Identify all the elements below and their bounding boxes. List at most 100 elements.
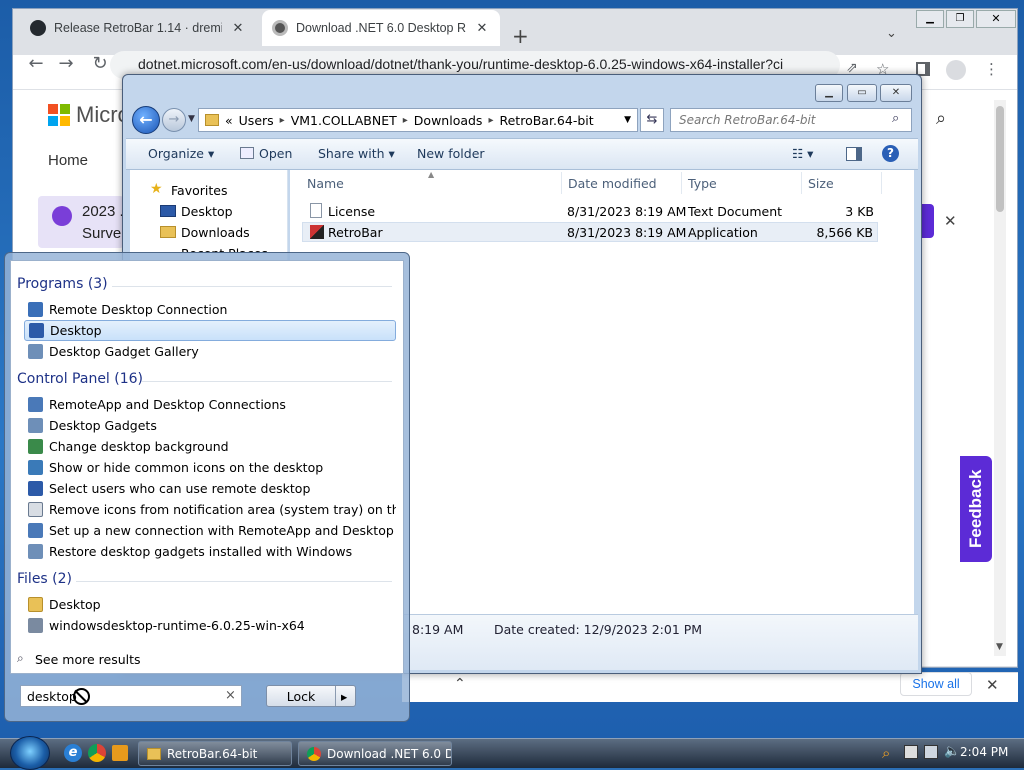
network-icon[interactable] [924, 745, 938, 759]
result-restore-gadgets[interactable]: Restore desktop gadgets installed with W… [24, 541, 396, 562]
result-runtime-installer[interactable]: windowsdesktop-runtime-6.0.25-win-x64 [24, 615, 396, 636]
open-button[interactable]: Open [259, 146, 292, 161]
column-type[interactable]: Type [688, 176, 717, 191]
reload-icon[interactable]: ↻ [88, 52, 112, 76]
see-more-results-link[interactable]: See more results [35, 652, 141, 667]
banner-line1: 2023 . [82, 203, 124, 220]
text-file-icon [310, 203, 322, 218]
result-remove-tray-icons[interactable]: Remove icons from notification area (sys… [24, 499, 396, 520]
result-new-remoteapp-connection[interactable]: Set up a new connection with RemoteApp a… [24, 520, 396, 541]
result-show-hide-icons[interactable]: Show or hide common icons on the desktop [24, 457, 396, 478]
chrome-icon[interactable] [88, 744, 106, 762]
result-remote-desktop-connection[interactable]: Remote Desktop Connection [24, 299, 396, 320]
address-dropdown-icon[interactable]: ▼ [624, 115, 631, 125]
tab-release-retrobar[interactable]: Release RetroBar 1.14 · dremin/R ✕ [20, 10, 256, 46]
close-tab-icon[interactable]: ✕ [474, 20, 490, 36]
search-icon: ⌕ [892, 111, 900, 126]
chrome-icon [307, 746, 321, 761]
downloads-close-icon[interactable]: ✕ [986, 676, 999, 694]
site-search-icon[interactable]: ⌕ [936, 108, 946, 129]
crumb-downloads[interactable]: Downloads [414, 113, 483, 128]
start-button[interactable] [10, 736, 50, 770]
explorer-address-bar[interactable]: « Users ▸ VM1.COLLABNET ▸ Downloads ▸ Retro… [198, 108, 638, 132]
crumb-retrobar[interactable]: RetroBar.64-bit [499, 113, 593, 128]
lock-button[interactable]: Lock ▸ [266, 685, 356, 707]
taskbar-chrome-button[interactable]: Download .NET 6.0 D... [298, 741, 452, 766]
programs-header[interactable]: Programs (3) [17, 276, 108, 292]
explorer-minimize-icon[interactable]: ▁ [815, 84, 843, 102]
explorer-back-icon[interactable]: ← [132, 106, 160, 134]
result-change-background[interactable]: Change desktop background [24, 436, 396, 457]
nav-downloads[interactable]: Downloads [181, 225, 250, 240]
clear-search-icon[interactable]: × [225, 688, 236, 703]
preview-pane-icon[interactable] [846, 147, 862, 161]
gadget-icon [28, 544, 43, 559]
media-player-icon[interactable] [112, 745, 128, 761]
control-panel-header[interactable]: Control Panel (16) [17, 371, 143, 387]
explorer-maximize-icon[interactable]: ▭ [847, 84, 877, 102]
feedback-button[interactable]: Feedback [960, 456, 992, 562]
folder-icon [28, 597, 43, 612]
result-remoteapp-connections[interactable]: RemoteApp and Desktop Connections [24, 394, 396, 415]
show-all-button[interactable]: Show all [900, 672, 972, 696]
new-folder-button[interactable]: New folder [417, 146, 485, 161]
crumb-users[interactable]: Users [239, 113, 274, 128]
remoteapp-icon [28, 397, 43, 412]
share-with-button[interactable]: Share with ▾ [318, 146, 395, 161]
installer-icon [28, 618, 43, 633]
banner-line2: Surve [82, 225, 122, 242]
column-date-modified[interactable]: Date modified [568, 176, 657, 191]
view-options-icon[interactable]: ☷ ▾ [792, 146, 813, 161]
help-icon[interactable]: ? [882, 145, 899, 162]
explorer-forward-icon[interactable]: → [162, 108, 186, 132]
nav-favorites[interactable]: Favorites [171, 183, 227, 198]
forward-icon[interactable]: → [54, 52, 78, 76]
column-name[interactable]: Name [307, 176, 344, 191]
history-dropdown-icon[interactable]: ▼ [188, 114, 195, 124]
nav-desktop[interactable]: Desktop [181, 204, 233, 219]
result-desktop[interactable]: Desktop [24, 320, 396, 341]
back-icon[interactable]: ← [24, 52, 48, 76]
action-center-icon[interactable] [904, 745, 918, 759]
power-options-arrow-icon[interactable]: ▸ [341, 689, 347, 704]
file-row-license[interactable]: License 8/31/2023 8:19 AM Text Document … [302, 202, 878, 222]
background-icon [28, 439, 43, 454]
breadcrumb-home[interactable]: Home [48, 152, 88, 169]
new-tab-button[interactable]: + [512, 24, 529, 48]
close-tab-icon[interactable]: ✕ [230, 20, 246, 36]
profile-icon[interactable] [946, 60, 966, 80]
menu-icon[interactable]: ⋮ [984, 60, 999, 78]
explorer-close-icon[interactable]: ✕ [880, 84, 912, 102]
organize-button[interactable]: Organize ▾ [148, 146, 214, 161]
scroll-down-icon[interactable]: ▼ [996, 642, 1003, 652]
start-search-input[interactable]: desktop [20, 685, 242, 707]
close-window-icon[interactable]: ✕ [976, 10, 1016, 28]
page-scrollbar[interactable] [994, 100, 1006, 656]
tab-search-icon[interactable]: ⌄ [886, 26, 897, 41]
crumb-vm1[interactable]: VM1.COLLABNET [291, 113, 397, 128]
microsoft-logo [48, 104, 70, 126]
result-desktop-gadget-gallery[interactable]: Desktop Gadget Gallery [24, 341, 396, 362]
tab-dotnet-download[interactable]: Download .NET 6.0 Desktop Runt ✕ [262, 10, 500, 46]
banner-close-icon[interactable]: ✕ [944, 212, 957, 230]
clock[interactable]: 2:04 PM [960, 745, 1008, 759]
files-header[interactable]: Files (2) [17, 571, 72, 587]
column-size[interactable]: Size [808, 176, 834, 191]
result-desktop-gadgets[interactable]: Desktop Gadgets [24, 415, 396, 436]
minimize-icon[interactable]: ▁ [916, 10, 944, 28]
volume-icon[interactable]: 🔈 [944, 744, 960, 759]
search-tray-icon[interactable]: ⌕ [882, 744, 890, 762]
banner-button[interactable] [920, 204, 934, 238]
folder-icon [147, 747, 161, 760]
taskbar-explorer-button[interactable]: RetroBar.64-bit [138, 741, 292, 766]
explorer-search-input[interactable]: Search RetroBar.64-bit [670, 108, 912, 132]
ie-icon[interactable]: e [64, 744, 82, 762]
open-icon [240, 147, 254, 159]
explorer-refresh-icon[interactable]: ⇆ [640, 108, 664, 132]
file-row-retrobar[interactable]: RetroBar 8/31/2023 8:19 AM Application 8… [302, 222, 878, 242]
restore-icon[interactable]: ❐ [946, 10, 974, 28]
result-select-remote-users[interactable]: Select users who can use remote desktop [24, 478, 396, 499]
sort-indicator-icon: ▲ [428, 170, 435, 179]
result-desktop-folder[interactable]: Desktop [24, 594, 396, 615]
chevron-up-icon[interactable]: ⌃ [454, 676, 466, 692]
